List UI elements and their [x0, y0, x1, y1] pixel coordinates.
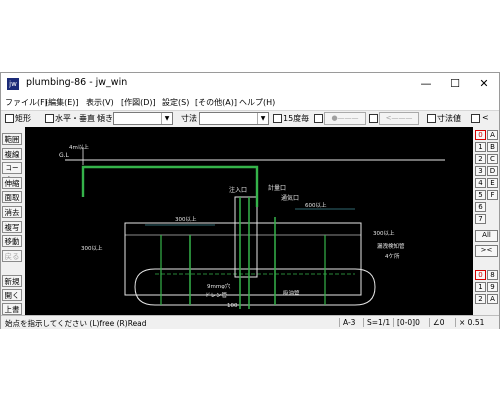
- group-a-button[interactable]: A: [487, 294, 498, 304]
- dim-600: 600以上: [305, 201, 327, 209]
- chevron-down-icon: ▼: [257, 113, 268, 124]
- close-button[interactable]: ✕: [471, 75, 497, 93]
- places-label: 4ケ所: [385, 252, 400, 260]
- layer-7-button[interactable]: 7: [475, 214, 486, 224]
- group-1-button[interactable]: 1: [475, 282, 486, 292]
- layer-3-button[interactable]: 3: [475, 166, 486, 176]
- drain-label: ドレン管: [205, 291, 228, 299]
- scale-indicator[interactable]: S=1/1: [363, 318, 390, 327]
- left-command-panel: 範囲 複線 コーナー 伸縮 面取 消去 複写 移動 戻る 新規 開く 上書: [1, 127, 23, 317]
- inlet-label: 注入口: [229, 186, 247, 194]
- new-button[interactable]: 新規: [2, 275, 22, 287]
- less-label: <: [482, 113, 489, 122]
- menu-draw[interactable]: [作図(D)]: [121, 97, 156, 108]
- menu-edit[interactable]: [編集(E)]: [45, 97, 79, 108]
- layer-a-button[interactable]: C: [487, 154, 498, 164]
- dimvalue-checkbox[interactable]: [427, 114, 436, 123]
- layer-9-button[interactable]: B: [487, 142, 498, 152]
- range-button[interactable]: 範囲: [2, 133, 22, 145]
- swap-arrow-button[interactable]: ><: [475, 245, 498, 257]
- arrow-style-button-1[interactable]: ●———: [324, 112, 366, 125]
- group-0-button[interactable]: 0: [475, 270, 486, 280]
- arrow2-checkbox[interactable]: [369, 114, 378, 123]
- status-prompt: 始点を指示してください (L)free (R)Read: [5, 319, 147, 328]
- layer-group-0-button[interactable]: 0: [475, 130, 486, 140]
- paper-size[interactable]: A-3: [339, 318, 355, 327]
- meter-label: 計量口: [268, 184, 286, 192]
- tilt-label: 傾き: [97, 114, 113, 123]
- all-layers-button[interactable]: All: [475, 230, 498, 242]
- chevron-down-icon: ▼: [161, 113, 172, 124]
- horiz-vert-label: 水平・垂直: [55, 114, 95, 123]
- dim-100: 100: [227, 303, 238, 309]
- menu-other[interactable]: [その他(A)]: [195, 97, 237, 108]
- copy-button[interactable]: 複写: [2, 221, 22, 233]
- group-9-button[interactable]: 9: [487, 282, 498, 292]
- erase-button[interactable]: 消去: [2, 206, 22, 218]
- layer-group-8-button[interactable]: A: [487, 130, 498, 140]
- deg15-checkbox[interactable]: [273, 114, 282, 123]
- dim-300-right: 300以上: [373, 229, 395, 237]
- undo-button[interactable]: 戻る: [2, 250, 22, 262]
- status-bar: 始点を指示してください (L)free (R)Read A-3 S=1/1 [0…: [1, 315, 499, 329]
- title-bar: jw plumbing-86 - jw_win — ☐ ✕: [1, 73, 499, 95]
- arrow-style-button-2[interactable]: <———: [379, 112, 419, 125]
- dim-label: 寸法: [181, 114, 197, 123]
- depth-label: 4m以上: [69, 143, 89, 151]
- open-button[interactable]: 開く: [2, 289, 22, 301]
- toolbar: 矩形 水平・垂直 傾き ▼ 寸法 ▼ 15度毎 ●——— <——— 寸法値 <: [1, 110, 499, 127]
- plumbing-drawing: G.L 4m以上 300以上 注入口 計量口 通気口 600以上 300以上 3…: [59, 143, 445, 309]
- leak-pipe-label: 漏洩検知管: [377, 242, 405, 250]
- group-2-button[interactable]: 2: [475, 294, 486, 304]
- menu-bar: ファイル(F) [編集(E)] 表示(V) [作図(D)] 設定(S) [その他…: [1, 95, 499, 110]
- right-layer-panel: 0 A 1 B 2 C 3 D 4 E 5 F 6 7 All >< 0 8 1…: [474, 127, 499, 317]
- layer-indicator[interactable]: [0-0]0: [393, 318, 420, 327]
- menu-settings[interactable]: 設定(S): [162, 97, 189, 108]
- minimize-button[interactable]: —: [413, 75, 439, 93]
- layer-5-button[interactable]: 5: [475, 190, 486, 200]
- angle-indicator[interactable]: ∠0: [429, 318, 445, 327]
- move-button[interactable]: 移動: [2, 235, 22, 247]
- menu-help[interactable]: ヘルプ(H): [239, 97, 275, 108]
- tilt-combo[interactable]: ▼: [113, 112, 173, 125]
- layer-d-button[interactable]: F: [487, 190, 498, 200]
- layer-c-button[interactable]: E: [487, 178, 498, 188]
- horiz-vert-checkbox[interactable]: [45, 114, 54, 123]
- layer-4-button[interactable]: 4: [475, 178, 486, 188]
- app-window: jw plumbing-86 - jw_win — ☐ ✕ ファイル(F) [編…: [0, 72, 500, 329]
- rect-checkbox[interactable]: [5, 114, 14, 123]
- dimvalue-label: 寸法値: [437, 114, 461, 123]
- window-title: plumbing-86 - jw_win: [26, 77, 128, 88]
- corner-button[interactable]: コーナー: [2, 162, 22, 183]
- menu-view[interactable]: 表示(V): [86, 97, 114, 108]
- jw-app-icon: jw: [7, 78, 19, 90]
- vent-label: 通気口: [281, 194, 299, 202]
- stretch-button[interactable]: 伸縮: [2, 177, 22, 189]
- hole-label: 9mmφ穴: [207, 282, 231, 290]
- overwrite-button[interactable]: 上書: [2, 303, 22, 315]
- manhole-shaft: [234, 196, 258, 278]
- layer-2-button[interactable]: 2: [475, 154, 486, 164]
- zoom-indicator[interactable]: × 0.51: [455, 318, 484, 327]
- dim-300-left: 300以上: [81, 244, 103, 252]
- layer-1-button[interactable]: 1: [475, 142, 486, 152]
- arrow1-checkbox[interactable]: [314, 114, 323, 123]
- deg15-label: 15度毎: [283, 114, 310, 123]
- drawing-canvas[interactable]: G.L 4m以上 300以上 注入口 計量口 通気口 600以上 300以上 3…: [25, 127, 473, 315]
- dim-combo[interactable]: ▼: [199, 112, 269, 125]
- chamfer-button[interactable]: 面取: [2, 191, 22, 203]
- gl-label: G.L: [59, 152, 70, 159]
- rect-label: 矩形: [15, 114, 31, 123]
- less-checkbox[interactable]: [471, 114, 480, 123]
- layer-b-button[interactable]: D: [487, 166, 498, 176]
- dim-300-top: 300以上: [175, 215, 197, 223]
- group-8-button[interactable]: 8: [487, 270, 498, 280]
- offset-button[interactable]: 複線: [2, 148, 22, 160]
- maximize-button[interactable]: ☐: [442, 75, 468, 93]
- layer-6-button[interactable]: 6: [475, 202, 486, 212]
- menu-file[interactable]: ファイル(F): [5, 97, 48, 108]
- suction-label: 吸油管: [283, 289, 300, 297]
